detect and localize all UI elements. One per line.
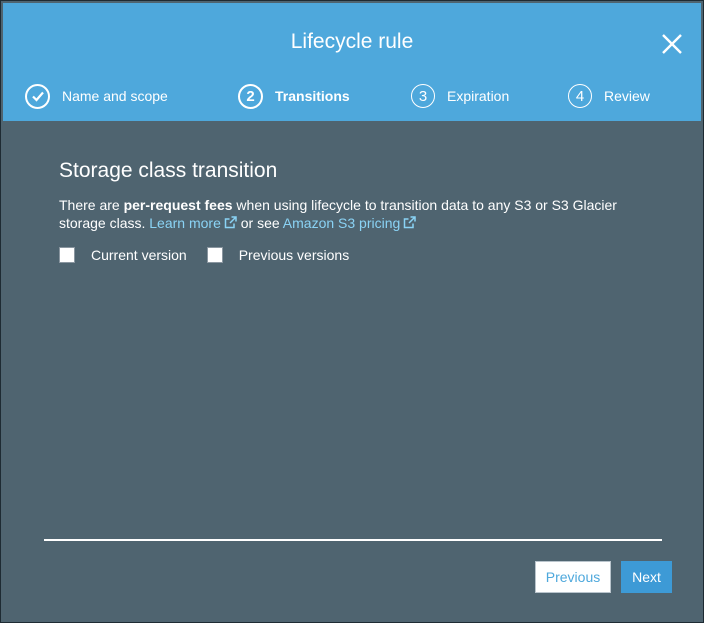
- lifecycle-rule-modal: Lifecycle rule Name and scope 2 Transiti…: [0, 0, 704, 623]
- step-transitions[interactable]: 2 Transitions: [238, 82, 350, 110]
- previous-versions-checkbox[interactable]: Previous versions: [206, 247, 350, 263]
- section-title: Storage class transition: [59, 159, 278, 182]
- step-label: Transitions: [275, 88, 350, 104]
- previous-button[interactable]: Previous: [535, 561, 611, 593]
- external-link-icon: [224, 216, 237, 229]
- section-description: There are per-request fees when using li…: [59, 196, 639, 232]
- external-link-icon: [404, 216, 417, 229]
- step-expiration[interactable]: 3 Expiration: [411, 82, 509, 110]
- version-checkboxes: Current version Previous versions: [59, 247, 349, 263]
- step-label: Review: [604, 88, 650, 104]
- amazon-s3-pricing-link[interactable]: Amazon S3 pricing: [283, 215, 417, 231]
- checkbox-label: Previous versions: [238, 247, 350, 263]
- next-button[interactable]: Next: [621, 561, 672, 593]
- pricing-link-label: Amazon S3 pricing: [282, 215, 401, 231]
- step-number: 4: [568, 84, 592, 108]
- learn-more-link[interactable]: Learn more: [149, 215, 237, 231]
- checkbox-box[interactable]: [59, 247, 75, 263]
- close-button[interactable]: [659, 31, 685, 57]
- checkbox-box[interactable]: [206, 247, 223, 263]
- footer-divider: [44, 539, 662, 541]
- desc-text: or see: [236, 215, 283, 231]
- check-circle-icon: [25, 83, 50, 109]
- current-version-checkbox[interactable]: Current version: [59, 247, 187, 263]
- desc-text: There are: [59, 197, 124, 213]
- learn-more-label: Learn more: [149, 215, 221, 231]
- desc-bold-text: per-request fees: [123, 197, 233, 213]
- modal-title: Lifecycle rule: [290, 30, 414, 53]
- step-label: Name and scope: [62, 88, 168, 104]
- close-icon: [662, 34, 682, 54]
- step-number: 2: [238, 83, 263, 109]
- step-review[interactable]: 4 Review: [568, 82, 650, 110]
- checkbox-label: Current version: [91, 247, 187, 263]
- step-label: Expiration: [447, 88, 510, 104]
- step-number: 3: [411, 84, 435, 108]
- modal-header: Lifecycle rule Name and scope 2 Transiti…: [3, 3, 701, 121]
- step-name-and-scope[interactable]: Name and scope: [25, 82, 168, 110]
